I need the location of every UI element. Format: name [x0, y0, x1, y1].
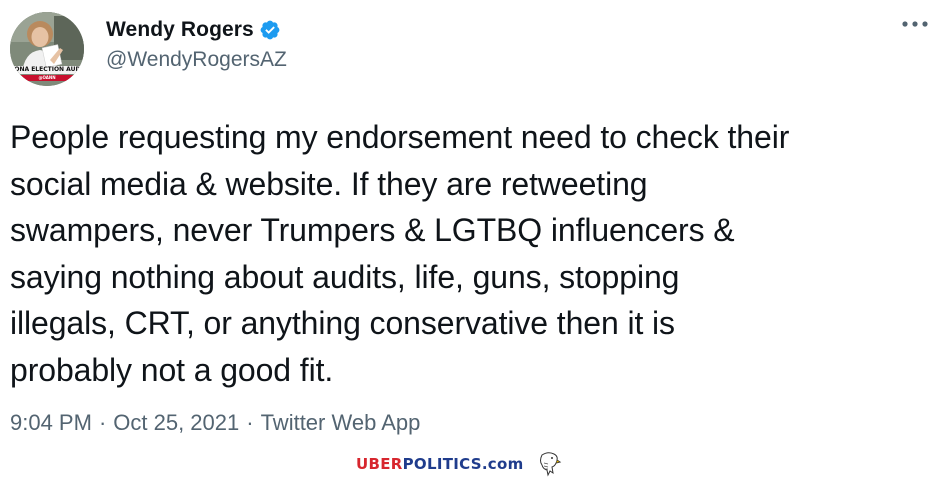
watermark-text: UBERPOLITICS.com	[356, 455, 524, 473]
tweet-card: ZONA ELECTION AUDIT REV @OANN Wendy Roge…	[0, 0, 940, 480]
watermark-com: .com	[481, 455, 524, 473]
tweet-source[interactable]: Twitter Web App	[261, 410, 421, 436]
author-handle[interactable]: @WendyRogersAZ	[106, 48, 287, 72]
tweet-text: People requesting my endorsement need to…	[10, 119, 790, 388]
meta-separator: ·	[246, 410, 254, 435]
more-horizontal-icon	[902, 21, 928, 27]
tweet-date[interactable]: Oct 25, 2021	[113, 410, 239, 436]
avatar[interactable]: ZONA ELECTION AUDIT REV @OANN	[10, 12, 84, 86]
eagle-icon	[539, 452, 561, 477]
watermark-politics: POLITICS	[402, 455, 482, 473]
avatar-subcaption: @OANN	[10, 75, 84, 81]
avatar-caption: ZONA ELECTION AUDIT REV	[10, 66, 84, 74]
display-name[interactable]: Wendy Rogers	[106, 18, 254, 42]
tweet-meta: 9:04 PM · Oct 25, 2021 · Twitter Web App	[10, 410, 420, 436]
verified-badge-icon	[259, 19, 281, 41]
watermark: UBERPOLITICS.com	[356, 449, 562, 479]
more-options-button[interactable]	[900, 14, 930, 34]
tweet-header: ZONA ELECTION AUDIT REV @OANN Wendy Roge…	[10, 12, 930, 88]
watermark-uber: UBER	[356, 455, 403, 473]
tweet-time[interactable]: 9:04 PM	[10, 410, 92, 436]
author-names: Wendy Rogers @WendyRogersAZ	[106, 16, 287, 72]
meta-separator: ·	[98, 410, 107, 435]
name-row: Wendy Rogers	[106, 16, 287, 44]
